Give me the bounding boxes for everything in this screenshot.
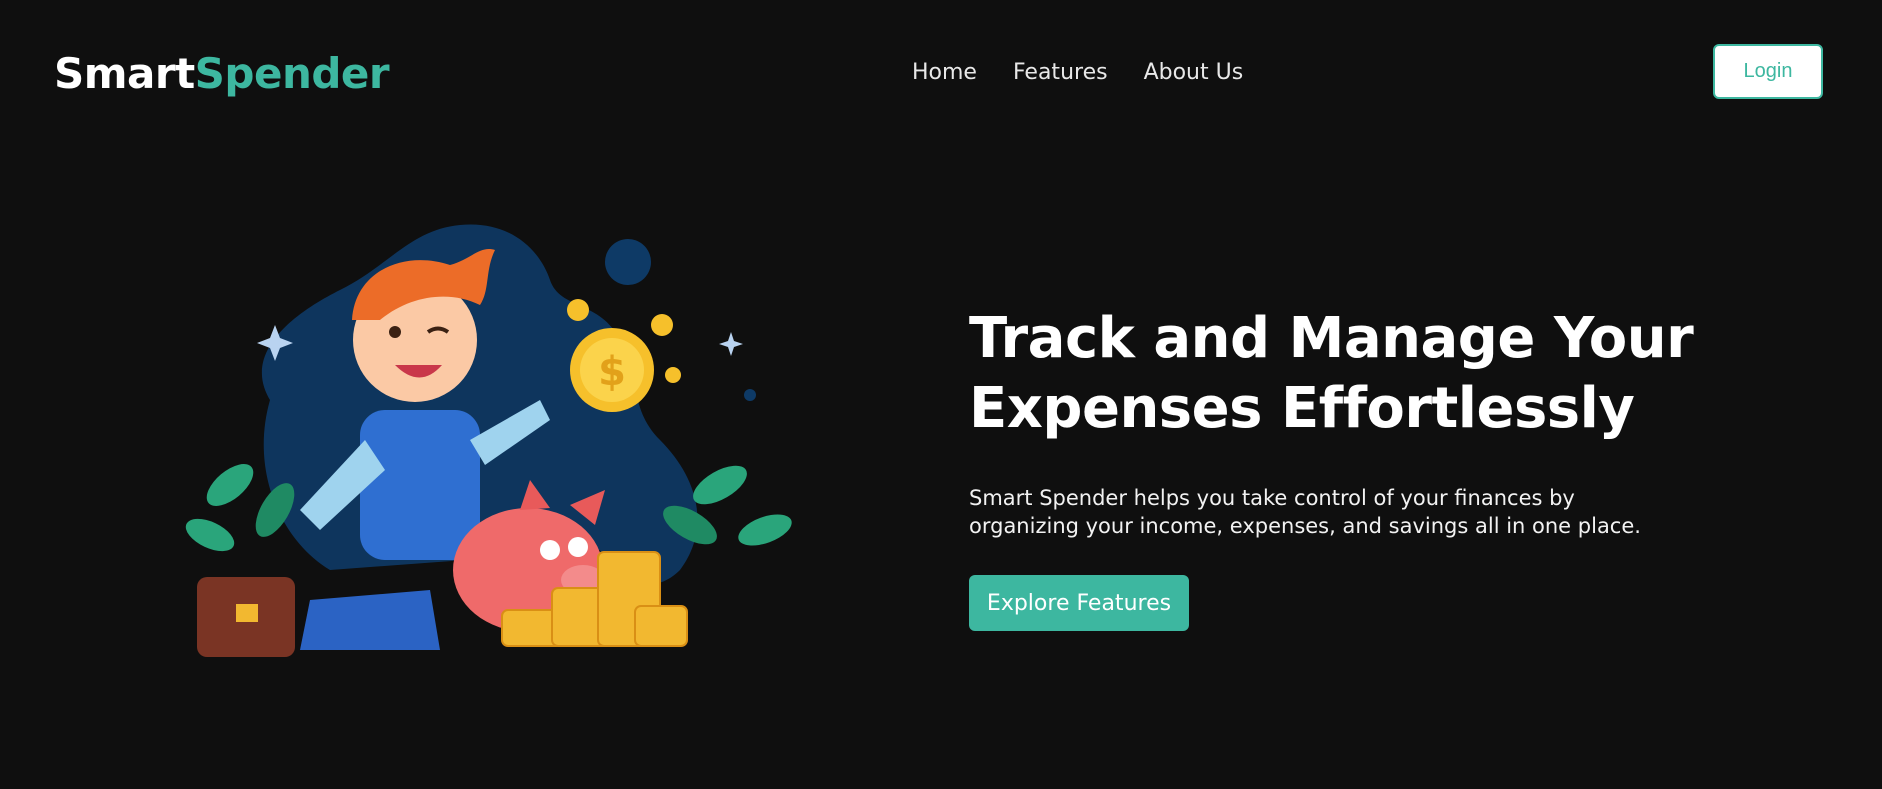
login-button[interactable]: Login (1713, 44, 1823, 99)
boy-torso (360, 410, 480, 560)
brand-logo[interactable]: SmartSpender (54, 48, 390, 100)
boy-eye-left (389, 326, 401, 338)
piggy-eye (540, 540, 560, 560)
nav-link-features[interactable]: Features (1013, 58, 1108, 88)
swirl-dot-small (744, 389, 756, 401)
leaf-shape (185, 518, 235, 552)
dollar-sign-glyph: $ (598, 349, 626, 395)
leaf-shape (738, 514, 792, 546)
swirl-dot (605, 239, 651, 285)
piggy-eye (568, 537, 588, 557)
nav-link-about-us[interactable]: About Us (1144, 58, 1244, 88)
nav-link-home[interactable]: Home (912, 58, 977, 88)
boy-with-piggy-bank-illustration: $ (185, 224, 792, 657)
small-coin (665, 367, 681, 383)
hero-text: Track and Manage Your Expenses Effortles… (969, 304, 1749, 540)
navbar: SmartSpender Home Features About Us Logi… (0, 0, 1882, 145)
handbag-clasp (236, 604, 258, 622)
brand-logo-first: Smart (54, 49, 195, 98)
nav-links: Home Features About Us (912, 58, 1243, 88)
explore-features-button[interactable]: Explore Features (969, 575, 1189, 631)
leaf-shape (206, 464, 254, 506)
sparkle-icon (719, 332, 743, 356)
leaf-shape (693, 465, 747, 505)
boy-legs (300, 590, 440, 650)
hero-description: Smart Spender helps you take control of … (969, 486, 1641, 538)
small-coin (651, 314, 673, 336)
small-coin (567, 299, 589, 321)
hero-title: Track and Manage Your Expenses Effortles… (969, 306, 1694, 441)
brand-logo-second: Spender (194, 49, 390, 98)
